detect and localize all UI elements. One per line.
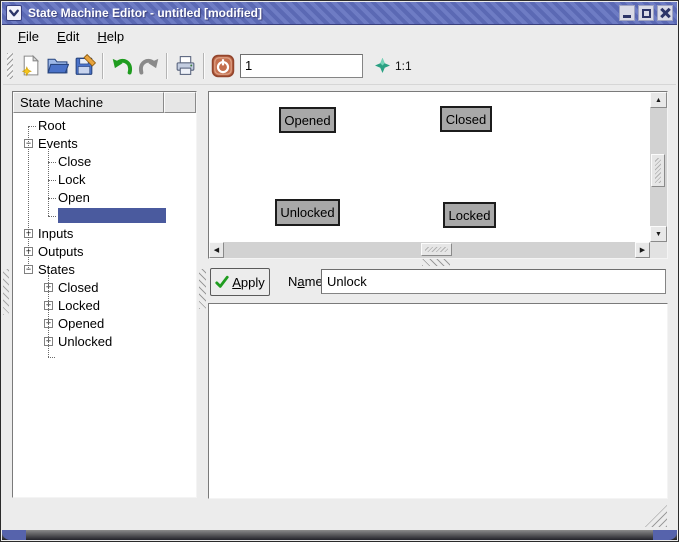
tree-item-opened[interactable]: +Opened <box>13 315 194 333</box>
save-icon <box>73 54 96 77</box>
title-bar[interactable]: State Machine Editor - untitled [modifie… <box>2 2 677 25</box>
maximize-icon <box>642 9 651 18</box>
tree-item-root[interactable]: Root <box>13 117 194 135</box>
tree-item-label: Root <box>38 118 65 133</box>
tree-item-locked[interactable]: +Locked <box>13 297 194 315</box>
tree-item-label: Unlocked <box>58 334 112 349</box>
open-folder-icon <box>46 54 69 77</box>
menu-bar: FileEditHelp <box>3 25 676 47</box>
redo-button[interactable] <box>135 52 162 79</box>
vertical-scrollbar[interactable]: ▲ ▼ <box>650 92 667 242</box>
new-document-icon <box>19 54 42 77</box>
tree-header[interactable]: State Machine <box>13 92 196 113</box>
selected-tree-item-highlight <box>58 208 166 223</box>
tree-header-spacer <box>164 92 196 113</box>
window-resize-grip[interactable] <box>645 505 667 527</box>
apply-button-label: Apply <box>232 275 265 290</box>
close-button[interactable] <box>657 5 673 21</box>
open-file-button[interactable] <box>44 52 71 79</box>
state-node-unlocked[interactable]: Unlocked <box>275 199 340 226</box>
tree-item-label: States <box>38 262 75 277</box>
horizontal-scrollbar[interactable]: ◀ ▶ <box>209 242 650 258</box>
toolbar-separator <box>166 53 168 79</box>
state-diagram-canvas[interactable]: Opened Closed Unlocked Locked <box>209 92 650 242</box>
maximize-button[interactable] <box>638 5 654 21</box>
window-edge-grip[interactable] <box>3 269 9 315</box>
minimize-button[interactable] <box>619 5 635 21</box>
window-corner-right <box>653 530 677 540</box>
toolbar: 1:1 <box>3 47 676 85</box>
tree-header-label[interactable]: State Machine <box>13 92 164 113</box>
apply-check-icon <box>215 275 229 289</box>
power-icon <box>211 54 235 78</box>
toolbar-drag-handle[interactable] <box>7 53 13 79</box>
tree-item-label: Closed <box>58 280 98 295</box>
name-input[interactable] <box>321 269 666 294</box>
menu-item-file[interactable]: File <box>9 27 48 46</box>
undo-icon <box>110 54 134 78</box>
tree-item-label: Opened <box>58 316 104 331</box>
stop-power-button[interactable] <box>209 52 236 79</box>
close-icon <box>660 8 670 18</box>
horizontal-splitter-handle[interactable] <box>422 259 450 266</box>
status-bar <box>3 501 676 531</box>
scroll-up-button[interactable]: ▲ <box>650 92 667 108</box>
iteration-input[interactable] <box>240 54 363 78</box>
scroll-down-button[interactable]: ▼ <box>650 226 667 242</box>
scrollbar-corner <box>650 242 667 258</box>
horizontal-scrollbar-thumb[interactable] <box>421 243 452 256</box>
tree-item-open[interactable]: Open <box>13 189 194 207</box>
state-node-locked[interactable]: Locked <box>443 202 496 228</box>
tree-item-close[interactable]: Close <box>13 153 194 171</box>
menu-item-edit[interactable]: Edit <box>48 27 88 46</box>
tree-item-label: Events <box>38 136 78 151</box>
state-node-opened[interactable]: Opened <box>279 107 336 133</box>
state-machine-tree-panel: State Machine Root −EventsClose Lock Open +I… <box>12 91 197 498</box>
vertical-splitter-handle[interactable] <box>199 269 206 309</box>
print-icon <box>174 54 197 77</box>
zoom-diamond-icon <box>375 58 390 73</box>
vertical-scrollbar-thumb[interactable] <box>651 154 665 187</box>
app-chevron-icon <box>6 5 22 21</box>
scroll-right-button[interactable]: ▶ <box>635 242 650 258</box>
tree-item-new-event[interactable] <box>13 207 194 225</box>
undo-button[interactable] <box>108 52 135 79</box>
tree-item-events[interactable]: −Events <box>13 135 194 153</box>
description-text-area[interactable] <box>208 303 668 499</box>
tree-item-closed[interactable]: +Closed <box>13 279 194 297</box>
tree-item-label: Open <box>58 190 90 205</box>
name-field-label: Name <box>288 274 323 289</box>
tree-item-states[interactable]: −States <box>13 261 194 279</box>
scroll-left-button[interactable]: ◀ <box>209 242 224 258</box>
tree-item-unlocked[interactable]: +Unlocked <box>13 333 194 351</box>
save-file-button[interactable] <box>71 52 98 79</box>
zoom-ratio-label: 1:1 <box>395 59 412 73</box>
minimize-icon <box>623 15 631 18</box>
menu-item-help[interactable]: Help <box>88 27 133 46</box>
tree-item-inputs[interactable]: +Inputs <box>13 225 194 243</box>
tree-item-lock[interactable]: Lock <box>13 171 194 189</box>
new-document-button[interactable] <box>17 52 44 79</box>
state-diagram-panel: Opened Closed Unlocked Locked ▲ ▼ ◀ ▶ <box>208 91 668 259</box>
tree-item-outputs[interactable]: +Outputs <box>13 243 194 261</box>
print-button[interactable] <box>172 52 199 79</box>
redo-icon <box>137 54 161 78</box>
window-corner-left <box>2 530 26 540</box>
apply-button[interactable]: Apply <box>210 268 270 296</box>
tree-item-label: Outputs <box>38 244 84 259</box>
tree-body: Root −EventsClose Lock Open +Inputs+Outputs−… <box>13 113 196 497</box>
state-node-closed[interactable]: Closed <box>440 106 492 132</box>
tree-item-label: Close <box>58 154 91 169</box>
toolbar-separator <box>102 53 104 79</box>
tree-item-label: Inputs <box>38 226 73 241</box>
tree-item-label: Lock <box>58 172 85 187</box>
window-title: State Machine Editor - untitled [modifie… <box>28 6 262 20</box>
window-frame: State Machine Editor - untitled [modifie… <box>0 0 679 542</box>
zoom-ratio-button[interactable]: 1:1 <box>370 55 417 76</box>
toolbar-separator <box>203 53 205 79</box>
tree-item-label: Locked <box>58 298 100 313</box>
window-bottom-frame <box>2 530 677 540</box>
